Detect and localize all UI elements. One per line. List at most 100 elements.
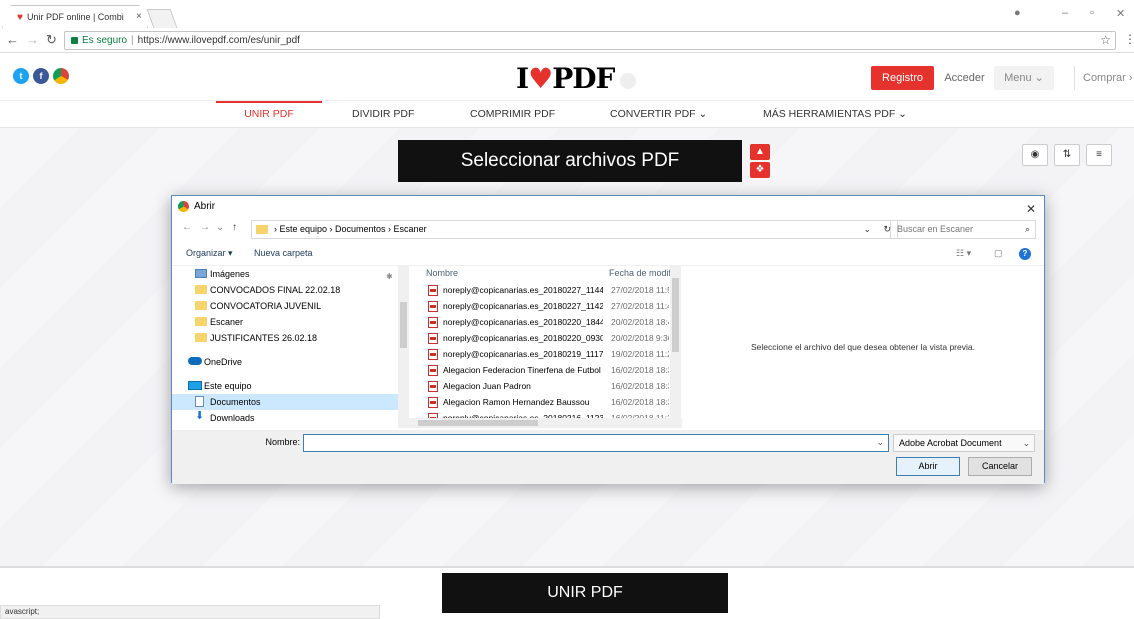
back-icon[interactable]: ← — [6, 32, 19, 47]
pdf-file-icon — [428, 301, 438, 312]
cloud-upload-group: ▲ ❖ — [750, 144, 772, 180]
chevron-down-icon[interactable]: ⌄ — [876, 437, 884, 448]
filename-input[interactable]: ⌄ — [303, 434, 889, 452]
nav-pane-scrollbar[interactable] — [398, 266, 409, 428]
pdf-file-icon — [428, 317, 438, 328]
pdf-file-icon — [428, 285, 438, 296]
horizontal-scrollbar[interactable] — [398, 418, 682, 428]
logo-heart-icon: ♥ — [528, 62, 553, 95]
file-row[interactable]: Alegacion Ramon Hernandez Baussou 16/02/2… — [420, 394, 670, 410]
new-tab-button[interactable] — [146, 9, 178, 28]
nav-unir-pdf[interactable]: UNIR PDF — [216, 101, 322, 128]
select-files-button[interactable]: Seleccionar archivos PDF — [398, 140, 742, 182]
eye-icon[interactable]: ◉ — [1022, 144, 1048, 166]
acceder-button[interactable]: Acceder — [937, 66, 992, 90]
chrome-icon[interactable] — [53, 68, 69, 84]
chrome-icon — [178, 201, 189, 212]
sort-icon[interactable]: ⇅ — [1054, 144, 1080, 166]
nav-pane-item[interactable]: CONVOCADOS FINAL 22.02.18 — [172, 282, 398, 298]
dialog-file-list: Nombre Fecha de modif noreply@copicanari… — [420, 266, 682, 428]
dialog-close-icon[interactable]: ✕ — [1026, 198, 1036, 220]
file-row[interactable]: noreply@copicanarias.es_20180227_114421 2… — [420, 282, 670, 298]
help-icon[interactable]: ? — [1019, 248, 1031, 260]
nav-pane-item[interactable]: JUSTIFICANTES 26.02.18 — [172, 330, 398, 346]
open-button[interactable]: Abrir — [896, 457, 960, 476]
browser-menu-icon[interactable]: ⋮ — [1124, 32, 1134, 46]
computer-icon — [188, 381, 202, 390]
file-row[interactable]: noreply@copicanarias.es_20180219_111716 1… — [420, 346, 670, 362]
file-row[interactable]: noreply@copicanarias.es_20180220_093039 2… — [420, 330, 670, 346]
images-icon — [195, 269, 207, 278]
file-list-scrollbar[interactable] — [670, 266, 681, 428]
folder-icon — [195, 333, 207, 342]
minimize-icon[interactable]: – — [1062, 7, 1068, 19]
nueva-carpeta-button[interactable]: Nueva carpeta — [254, 248, 313, 258]
dialog-back-icon[interactable]: ← — [182, 222, 192, 233]
ilovepdf-logo[interactable]: I♥PDF — [516, 62, 637, 95]
view-options-icon[interactable]: ☷ ▾ — [956, 248, 971, 259]
google-drive-icon[interactable]: ▲ — [750, 144, 770, 160]
dialog-up-icon[interactable]: ↑ — [232, 222, 237, 233]
scrollbar-thumb[interactable] — [672, 278, 679, 352]
column-header-fecha[interactable]: Fecha de modif — [609, 266, 671, 280]
forward-icon[interactable]: → — [26, 32, 39, 47]
folder-icon — [195, 317, 207, 326]
nav-pane-item[interactable]: ⬇ Downloads — [172, 410, 398, 426]
path-dropdown-icon[interactable]: ⌄ — [863, 221, 871, 238]
file-type-select[interactable]: Adobe Acrobat Document ⌄ — [893, 434, 1035, 452]
address-bar[interactable]: Es seguro | https://www.ilovepdf.com/es/un… — [64, 31, 1116, 50]
pdf-file-icon — [428, 349, 438, 360]
preview-pane-icon[interactable]: ▢ — [994, 248, 1003, 259]
tab-close-icon[interactable]: × — [136, 11, 142, 22]
file-row[interactable]: noreply@copicanarias.es_20180220_184412 2… — [420, 314, 670, 330]
nav-dividir-pdf[interactable]: DIVIDIR PDF — [352, 101, 414, 128]
dialog-forward-icon[interactable]: → — [200, 222, 210, 233]
column-header-nombre[interactable]: Nombre — [426, 266, 458, 280]
file-row[interactable]: Alegacion Federacion Tinerfena de Futbol… — [420, 362, 670, 378]
unir-pdf-button[interactable]: UNIR PDF — [442, 573, 728, 613]
browser-tab[interactable]: ♥ Unir PDF online | Combi × — [2, 5, 148, 28]
comprar-button[interactable]: Comprar › — [1074, 66, 1134, 90]
hamburger-icon[interactable]: ≡ — [1086, 144, 1112, 166]
nav-pane-item[interactable]: Imágenes ✱ — [172, 266, 398, 282]
dialog-search-input[interactable]: Buscar en Escaner ⌕ — [890, 220, 1036, 239]
pdf-file-icon — [428, 333, 438, 344]
browser-toolbar: ← → ↻ Es seguro | https://www.ilovepdf.com… — [0, 28, 1134, 53]
document-icon — [195, 396, 204, 407]
twitter-icon[interactable]: t — [13, 68, 29, 84]
file-name: Alegacion Federacion Tinerfena de Futbol — [443, 365, 601, 375]
maximize-icon[interactable]: ▫ — [1090, 7, 1094, 19]
logo-text-pdf: PDF — [552, 62, 615, 95]
nav-convertir-pdf[interactable]: CONVERTIR PDF ⌄ — [610, 101, 707, 128]
nav-comprimir-pdf[interactable]: COMPRIMIR PDF — [470, 101, 555, 128]
cancel-button[interactable]: Cancelar — [968, 457, 1032, 476]
nav-pane-item[interactable]: CONVOCATORIA JUVENIL — [172, 298, 398, 314]
secure-label: Es seguro — [82, 35, 128, 46]
nav-pane-item[interactable]: OneDrive — [172, 354, 398, 370]
scrollbar-thumb[interactable] — [418, 420, 538, 426]
bookmark-star-icon[interactable]: ☆ — [1100, 32, 1111, 49]
folder-icon — [256, 225, 268, 234]
search-icon[interactable]: ⌕ — [1025, 221, 1030, 238]
dialog-dropdown-icon[interactable]: ⌄ — [216, 222, 224, 233]
dialog-path-bar[interactable]: › Este equipo › Documentos › Escaner ⌄ ↻ — [251, 220, 898, 239]
profile-icon[interactable]: ● — [1014, 7, 1021, 19]
scrollbar-thumb[interactable] — [400, 302, 407, 348]
nav-pane-item[interactable]: Este equipo — [172, 378, 398, 394]
nav-pane-item[interactable]: Escaner — [172, 314, 398, 330]
facebook-icon[interactable]: f — [33, 68, 49, 84]
nav-mas-herramientas[interactable]: MÁS HERRAMIENTAS PDF ⌄ — [763, 101, 907, 128]
nav-pane-item-selected[interactable]: Documentos — [172, 394, 398, 410]
dialog-nav-pane: Imágenes ✱ CONVOCADOS FINAL 22.02.18 CON… — [172, 266, 410, 428]
dropbox-icon[interactable]: ❖ — [750, 162, 770, 178]
dialog-toolbar: Organizar ▾ Nueva carpeta ☷ ▾ ▢ ? — [172, 244, 1044, 266]
file-date: 27/02/2018 11:5 — [611, 285, 669, 295]
registro-button[interactable]: Registro — [871, 66, 934, 90]
file-row[interactable]: noreply@copicanarias.es_20180227_114205 2… — [420, 298, 670, 314]
file-row[interactable]: Alegacion Juan Padron 16/02/2018 18:3 — [420, 378, 670, 394]
reload-icon[interactable]: ↻ — [46, 32, 57, 48]
file-date: 16/02/2018 18:3 — [611, 365, 669, 375]
organizar-button[interactable]: Organizar ▾ — [186, 248, 233, 259]
menu-button[interactable]: Menu ⌄ — [994, 66, 1054, 90]
window-close-icon[interactable]: ✕ — [1116, 7, 1125, 20]
